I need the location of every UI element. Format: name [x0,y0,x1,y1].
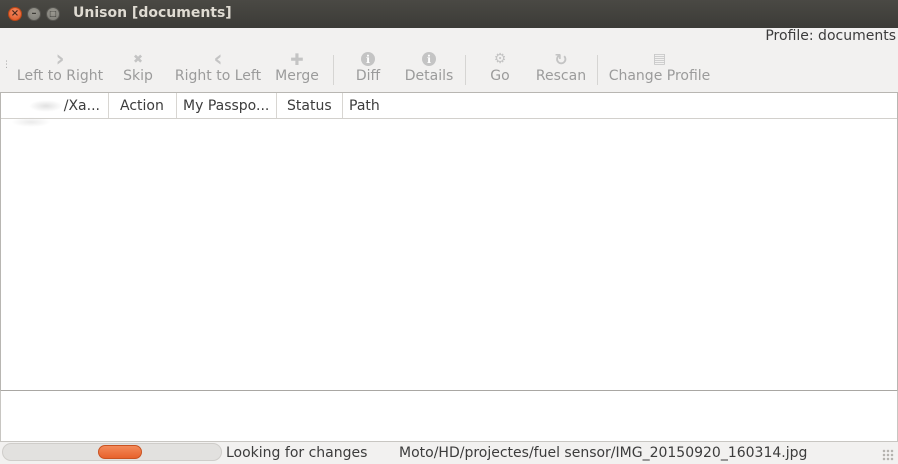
title-bar: × – □ Unison [documents] [0,0,898,28]
merge-label: Merge [275,68,319,84]
toolbar-separator [597,55,598,85]
rescan-button[interactable]: ↻ Rescan [535,49,587,88]
chevron-right-icon: › [55,46,65,72]
column-header-label: Status [287,97,332,114]
go-label: Go [490,68,510,84]
close-window-button[interactable]: × [8,7,22,21]
toolbar-separator [333,55,334,85]
rescan-label: Rescan [535,68,587,84]
status-current-path: Moto/HD/projectes/fuel sensor/IMG_201509… [399,445,808,461]
maximize-icon: □ [49,9,57,18]
status-message: Looking for changes [226,445,368,461]
column-header-replica2[interactable]: My Passpo... [177,93,277,118]
close-x-icon: ✖ [132,52,144,66]
diff-button[interactable]: ℹ Diff [354,50,382,88]
table-header: /Xa... Action My Passpo... Status Path [1,93,897,119]
info-icon: ℹ [422,50,436,68]
profile-label: Profile: documents [765,28,896,44]
close-icon: × [10,8,20,19]
redacted-artifact [11,117,51,127]
info-icon: ℹ [361,50,375,68]
go-button[interactable]: ⚙ Go [489,50,511,88]
left-to-right-button[interactable]: › Left to Right [16,46,104,88]
redacted-path [29,100,63,112]
column-header-status[interactable]: Status [277,93,343,118]
column-header-label: My Passpo... [183,97,270,114]
right-to-left-label: Right to Left [174,68,262,84]
toolbar-grip[interactable]: ⋮ [2,61,11,73]
left-to-right-label: Left to Right [16,68,104,84]
details-pane[interactable] [0,390,898,442]
change-profile-label: Change Profile [608,68,711,84]
document-icon: ▤ [652,51,667,67]
toolbar-separator [465,55,466,85]
column-header-path[interactable]: Path [343,93,897,118]
diff-label: Diff [355,68,381,84]
info-glyph: ℹ [422,52,436,66]
details-label: Details [404,68,454,84]
column-header-label: /Xa... [63,97,100,114]
column-header-action[interactable]: Action [109,93,177,118]
column-header-label: Path [349,97,380,114]
plus-icon: ✚ [290,49,304,69]
column-header-label: Action [120,97,164,114]
right-to-left-button[interactable]: ‹ Right to Left [174,46,262,88]
details-button[interactable]: ℹ Details [405,50,453,88]
merge-button[interactable]: ✚ Merge [275,50,319,88]
refresh-icon: ↻ [554,49,568,69]
skip-label: Skip [123,68,153,84]
skip-button[interactable]: ✖ Skip [123,50,153,88]
progress-bar [2,443,222,461]
info-glyph: ℹ [361,52,375,66]
change-profile-button[interactable]: ▤ Change Profile [608,50,711,88]
execute-icon: ⚙ [493,51,507,67]
window-title: Unison [documents] [73,5,232,21]
resize-grip-icon[interactable] [882,449,894,461]
minimize-icon: – [31,8,37,19]
progress-pulse [98,445,142,459]
column-header-replica1[interactable]: /Xa... [1,93,109,118]
minimize-window-button[interactable]: – [27,7,41,21]
chevron-left-icon: ‹ [213,46,223,72]
maximize-window-button[interactable]: □ [46,7,60,21]
file-list-table[interactable]: /Xa... Action My Passpo... Status Path [0,92,898,391]
